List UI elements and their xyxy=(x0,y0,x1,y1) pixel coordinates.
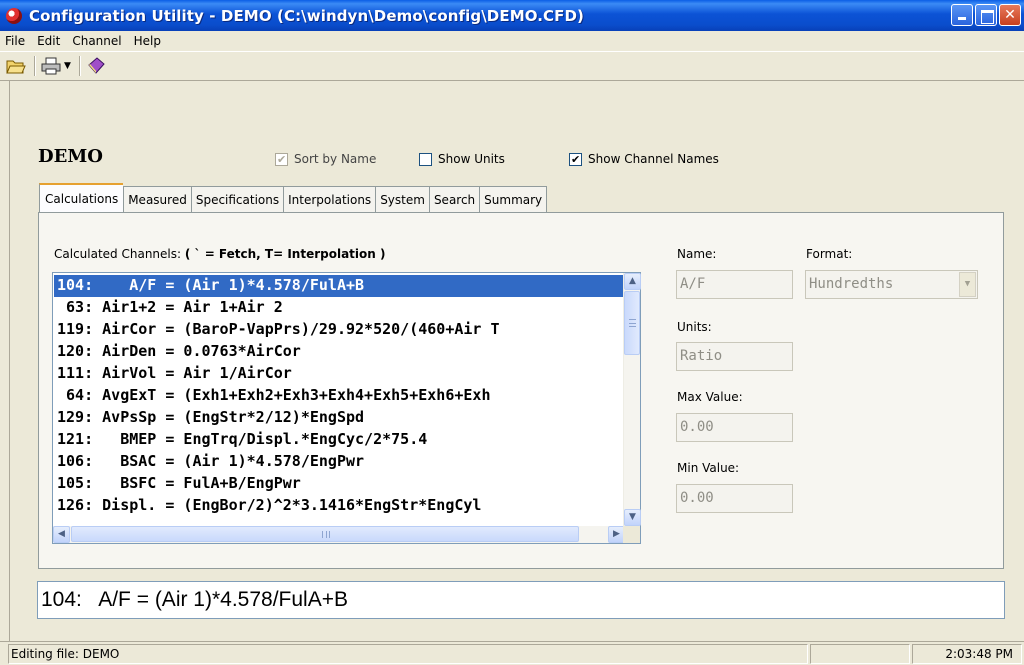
toolbar: ▼ xyxy=(0,51,1024,81)
open-button[interactable] xyxy=(6,55,26,77)
status-message: Editing file: DEMO xyxy=(8,644,808,664)
show-channel-names-label: Show Channel Names xyxy=(588,152,719,166)
status-bar: Editing file: DEMO 2:03:48 PM xyxy=(0,641,1024,665)
list-items: 104: A/F = (Air 1)*4.578/FulA+B 63: Air1… xyxy=(54,275,624,525)
list-item[interactable]: 120: AirDen = 0.0763*AirCor xyxy=(54,341,624,363)
window-left-border xyxy=(0,81,10,641)
document-name: DEMO xyxy=(38,146,103,167)
status-panel-empty xyxy=(810,644,910,664)
grip-icon xyxy=(629,319,636,327)
vertical-scroll-thumb[interactable] xyxy=(624,291,640,355)
grip-icon xyxy=(322,531,330,538)
open-folder-icon xyxy=(6,60,26,74)
units-field[interactable]: Ratio xyxy=(676,342,793,371)
help-button[interactable] xyxy=(86,55,106,77)
app-icon xyxy=(5,7,23,25)
tab-measured[interactable]: Measured xyxy=(123,186,191,212)
tab-system[interactable]: System xyxy=(375,186,429,212)
show-channel-names-checkbox[interactable]: Show Channel Names xyxy=(569,152,719,166)
format-value: Hundredths xyxy=(809,276,894,292)
format-label: Format: xyxy=(806,247,853,261)
scroll-down-button[interactable]: ▼ xyxy=(624,509,641,526)
calculated-channels-label: Calculated Channels: ( ` = Fetch, T= Int… xyxy=(54,247,385,261)
print-icon xyxy=(41,57,61,75)
close-button[interactable]: ✕ xyxy=(999,4,1021,26)
list-item[interactable]: 64: AvgExT = (Exh1+Exh2+Exh3+Exh4+Exh5+E… xyxy=(54,385,624,407)
maximize-button[interactable] xyxy=(975,4,997,26)
horizontal-scrollbar[interactable]: ◀ ▶ xyxy=(53,526,625,543)
toolbar-separator xyxy=(78,56,81,76)
list-item[interactable]: 111: AirVol = Air 1/AirCor xyxy=(54,363,624,385)
check-icon xyxy=(569,152,582,166)
menu-bar: File Edit Channel Help xyxy=(0,31,1024,51)
list-item[interactable]: 63: Air1+2 = Air 1+Air 2 xyxy=(54,297,624,319)
tab-strip: Calculations Measured Specifications Int… xyxy=(39,183,548,212)
window-title: Configuration Utility - DEMO (C:\windyn\… xyxy=(29,6,584,25)
status-time: 2:03:48 PM xyxy=(912,644,1022,664)
sort-by-name-checkbox[interactable]: Sort by Name xyxy=(275,152,376,166)
show-units-checkbox[interactable]: Show Units xyxy=(419,152,505,166)
maximize-icon xyxy=(976,5,996,25)
min-value-field[interactable]: 0.00 xyxy=(676,484,793,513)
menu-help[interactable]: Help xyxy=(128,34,167,48)
scroll-corner xyxy=(623,526,640,543)
list-label-hint: ( ` = Fetch, T= Interpolation ) xyxy=(184,247,386,261)
window-controls: ✕ xyxy=(951,4,1021,26)
menu-channel[interactable]: Channel xyxy=(66,34,127,48)
minimize-icon xyxy=(952,5,972,25)
print-button[interactable] xyxy=(41,55,61,77)
equation-edit-field[interactable]: 104: A/F = (Air 1)*4.578/FulA+B xyxy=(37,581,1005,619)
tab-search[interactable]: Search xyxy=(428,186,480,212)
list-item[interactable]: 106: BSAC = (Air 1)*4.578/EngPwr xyxy=(54,451,624,473)
horizontal-scroll-thumb[interactable] xyxy=(71,526,579,542)
minimize-button[interactable] xyxy=(951,4,973,26)
list-item[interactable]: 126: Displ. = (EngBor/2)^2*3.1416*EngStr… xyxy=(54,495,624,517)
dropdown-arrow-icon: ▼ xyxy=(64,61,71,71)
tab-specifications[interactable]: Specifications xyxy=(190,186,284,212)
checkbox-box xyxy=(419,152,432,166)
tab-summary[interactable]: Summary xyxy=(479,186,548,212)
check-icon xyxy=(275,152,288,166)
list-item[interactable]: 129: AvPsSp = (EngStr*2/12)*EngSpd xyxy=(54,407,624,429)
max-value-field[interactable]: 0.00 xyxy=(676,413,793,442)
toolbar-separator xyxy=(34,56,36,76)
menu-edit[interactable]: Edit xyxy=(31,34,66,48)
units-label: Units: xyxy=(677,320,712,334)
list-item[interactable]: 105: BSFC = FulA+B/EngPwr xyxy=(54,473,624,495)
sort-by-name-label: Sort by Name xyxy=(294,152,377,166)
name-label: Name: xyxy=(677,247,717,261)
list-item[interactable]: 104: A/F = (Air 1)*4.578/FulA+B xyxy=(54,275,624,297)
min-value-label: Min Value: xyxy=(677,461,740,475)
tab-interpolations[interactable]: Interpolations xyxy=(283,186,376,212)
title-bar[interactable]: Configuration Utility - DEMO (C:\windyn\… xyxy=(0,0,1024,31)
menu-file[interactable]: File xyxy=(0,34,31,48)
max-value-label: Max Value: xyxy=(677,390,743,404)
list-item[interactable]: 121: BMEP = EngTrq/Displ.*EngCyc/2*75.4 xyxy=(54,429,624,451)
chevron-down-icon[interactable]: ▼ xyxy=(959,272,976,297)
list-label-text: Calculated Channels: xyxy=(54,247,185,261)
scroll-left-button[interactable]: ◀ xyxy=(53,526,70,543)
print-dropdown-button[interactable]: ▼ xyxy=(64,55,71,77)
show-units-label: Show Units xyxy=(438,152,505,166)
tab-calculations[interactable]: Calculations xyxy=(39,183,124,212)
close-icon: ✕ xyxy=(1004,7,1016,23)
calculated-channels-list[interactable]: 104: A/F = (Air 1)*4.578/FulA+B 63: Air1… xyxy=(52,272,641,544)
name-field[interactable]: A/F xyxy=(676,270,793,299)
list-item[interactable]: 119: AirCor = (BaroP-VapPrs)/29.92*520/(… xyxy=(54,319,624,341)
format-select[interactable]: Hundredths ▼ xyxy=(805,270,978,299)
help-book-icon xyxy=(88,57,105,74)
scroll-up-button[interactable]: ▲ xyxy=(624,273,641,290)
vertical-scrollbar[interactable]: ▲ ▼ xyxy=(623,273,641,526)
